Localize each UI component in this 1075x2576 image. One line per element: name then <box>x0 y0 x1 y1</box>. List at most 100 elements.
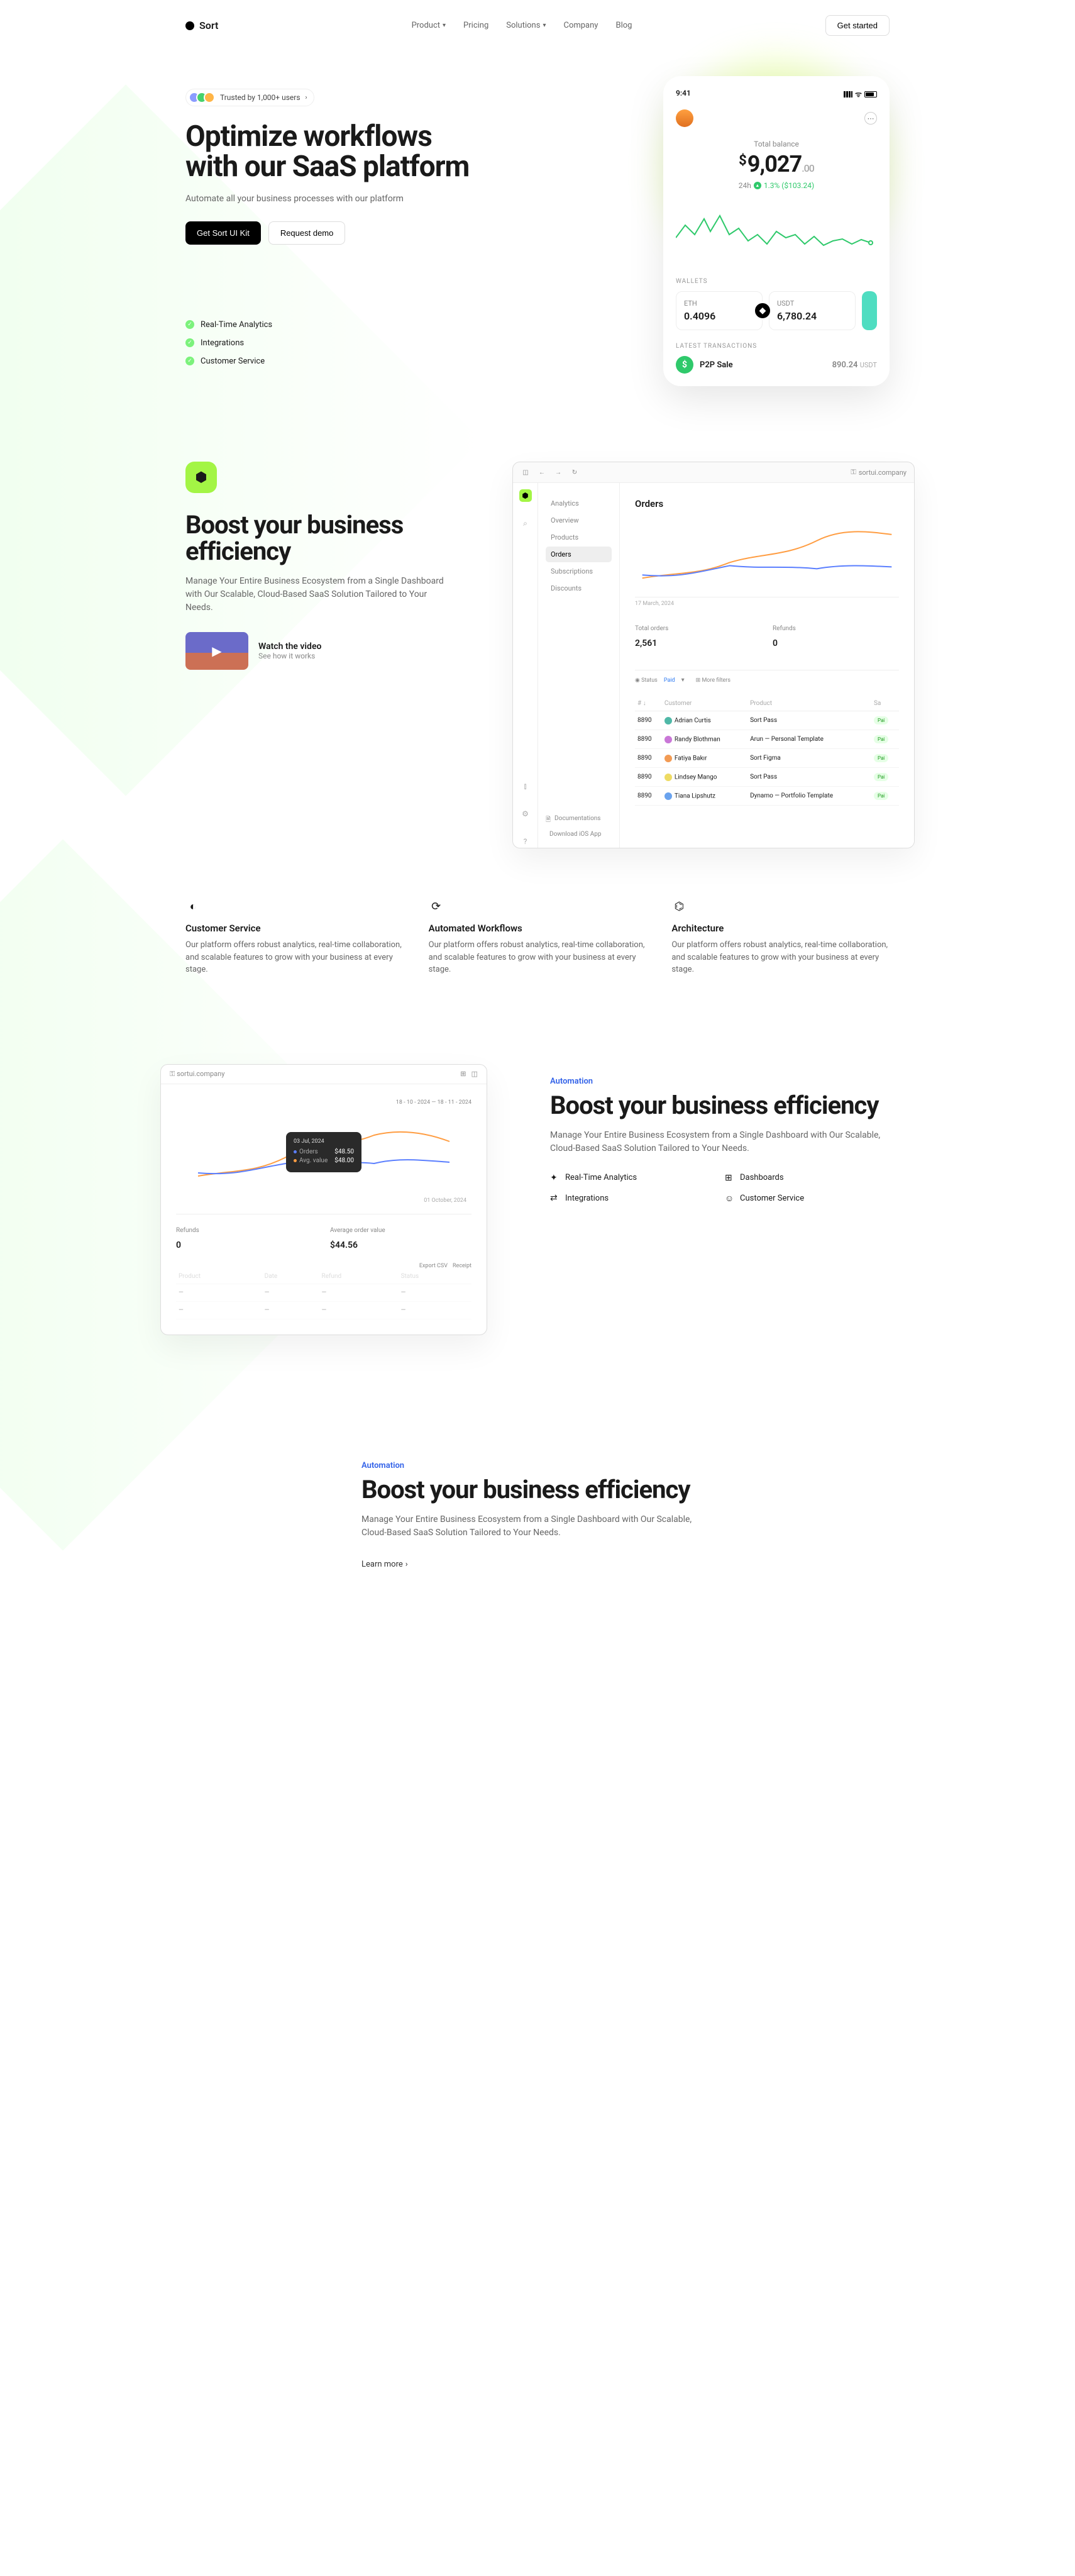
up-arrow-icon: ▲ <box>754 182 761 189</box>
sidebar-item-active[interactable]: Orders <box>546 547 612 562</box>
url-bar[interactable]: ⚿ sortui.company <box>170 1070 224 1079</box>
automation-eyebrow: Automation <box>550 1077 890 1086</box>
get-started-button[interactable]: Get started <box>825 15 890 36</box>
navbar: Sort Product▾ Pricing Solutions▾ Company… <box>160 0 915 51</box>
total-balance-value: $9,027.00 <box>676 151 877 177</box>
grid-icon[interactable]: ⊞ <box>460 1070 466 1078</box>
app-icon[interactable]: ⬢ <box>519 489 532 502</box>
sidebar-footer: 🗎Documentations Download iOS App <box>546 813 601 840</box>
logo[interactable]: Sort <box>185 19 218 31</box>
watch-video[interactable]: ▶ Watch the video See how it works <box>185 632 449 670</box>
brand-name: Sort <box>199 19 218 31</box>
wallet-card[interactable]: USDT 6,780.24 <box>769 291 856 330</box>
architecture-icon: ⌬ <box>671 899 686 914</box>
sparkle-icon: ✦ <box>550 1173 560 1183</box>
hero-feature-list: ✓Real-Time Analytics ✓Integrations ✓Cust… <box>185 320 626 366</box>
balance-change: 24h ▲ 1.3% ($103.24) <box>676 181 877 190</box>
help-icon[interactable]: ? <box>519 835 532 848</box>
feature-trio: ◐ Customer Service Our platform offers r… <box>160 899 915 976</box>
trusted-pill[interactable]: Trusted by 1,000+ users › <box>185 89 314 106</box>
automation-para: Manage Your Entire Business Ecosystem fr… <box>550 1129 890 1155</box>
date-range[interactable]: 18 - 10 - 2024 — 18 - 11 - 2024 <box>176 1099 471 1106</box>
tile-total-orders: Total orders 2,561 <box>635 616 761 657</box>
doc-icon: 🗎 <box>546 815 551 826</box>
more-icon[interactable]: ⋯ <box>864 112 877 125</box>
nav-company[interactable]: Company <box>563 21 598 30</box>
nav-product[interactable]: Product▾ <box>412 21 446 30</box>
total-balance-label: Total balance <box>676 140 877 148</box>
automation-features: ✦Real-Time Analytics ⊞Dashboards ⇄Integr… <box>550 1173 890 1204</box>
download-link[interactable]: Download iOS App <box>546 828 601 840</box>
browser-mock: ◫ ← → ↻ ⚿sortui.company ⬢ ⌕ ⫾ ⚙ ? Analyt… <box>512 462 915 848</box>
table-row[interactable]: 8890Fatiya BakırSort FigmaPai <box>635 749 899 768</box>
feature: ⇄Integrations <box>550 1193 715 1204</box>
sidebar-item[interactable]: Overview <box>546 513 612 528</box>
avatar[interactable] <box>676 109 693 127</box>
phone-time: 9:41 <box>676 89 691 99</box>
check-icon: ✓ <box>185 357 194 365</box>
trio-architecture: ⌬ Architecture Our platform offers robus… <box>671 899 890 976</box>
nav-links: Product▾ Pricing Solutions▾ Company Blog <box>412 21 632 30</box>
panel-icon[interactable]: ◫ <box>471 1070 478 1078</box>
orders-table: # ↓ Customer Product Sa 8890Adrian Curti… <box>635 696 899 806</box>
chart-tooltip: 03 Jul, 2024 Orders$48.50 Avg. value$48.… <box>286 1132 361 1172</box>
forward-icon[interactable]: → <box>553 467 563 477</box>
chart-icon[interactable]: ⫾ <box>519 780 532 792</box>
nav-blog[interactable]: Blog <box>615 21 632 30</box>
docs-link[interactable]: 🗎Documentations <box>546 813 601 828</box>
trio-automated-workflows: ⟳ Automated Workflows Our platform offer… <box>429 899 647 976</box>
chevron-right-icon: › <box>306 94 307 101</box>
sidebar-item[interactable]: Discounts <box>546 580 612 596</box>
table-row[interactable]: 8890Randy BlothmanArun — Personal Templa… <box>635 730 899 749</box>
hex-icon: ⬢ <box>185 462 217 493</box>
trio-customer-service: ◐ Customer Service Our platform offers r… <box>185 899 404 976</box>
nav-pricing[interactable]: Pricing <box>463 21 488 30</box>
request-demo-button[interactable]: Request demo <box>268 221 346 245</box>
automation2-eyebrow: Automation <box>361 1461 714 1470</box>
sidebar-item[interactable]: Products <box>546 530 612 545</box>
cycle-icon: ⟳ <box>429 899 444 914</box>
automation2-para: Manage Your Entire Business Ecosystem fr… <box>361 1513 714 1540</box>
receipt[interactable]: Receipt <box>453 1263 471 1269</box>
feature: ✦Real-Time Analytics <box>550 1173 715 1183</box>
ethereum-icon: ◆ <box>753 301 772 320</box>
tile-refunds: Refunds 0 <box>773 616 899 657</box>
tile-refunds: Refunds 0 <box>176 1227 317 1250</box>
wallet-card-peek[interactable] <box>862 291 877 330</box>
pill-text: Trusted by 1,000+ users <box>220 93 300 102</box>
get-ui-kit-button[interactable]: Get Sort UI Kit <box>185 221 261 245</box>
refresh-icon[interactable]: ↻ <box>570 467 580 477</box>
table-row[interactable]: 8890Tiana LipshutzDynamo — Portfolio Tem… <box>635 787 899 806</box>
status-icons: ᯤ <box>844 89 877 99</box>
orders-title: Orders <box>635 498 899 509</box>
export-csv[interactable]: Export CSV <box>419 1263 448 1269</box>
automation-heading: Boost your business efficiency <box>550 1092 890 1119</box>
table-row[interactable]: 8890Lindsey MangoSort PassPai <box>635 768 899 787</box>
integrations-icon: ⇄ <box>550 1193 560 1203</box>
browser-rail: ⬢ ⌕ ⫾ ⚙ ? <box>513 483 538 848</box>
gear-icon[interactable]: ⚙ <box>519 808 532 820</box>
transaction-row[interactable]: $ P2P Sale 890.24 USDT <box>676 356 877 374</box>
signal-icon <box>844 91 852 97</box>
sidebar-toggle-icon[interactable]: ◫ <box>521 467 531 477</box>
url-bar[interactable]: ⚿sortui.company <box>851 468 907 477</box>
chevron-right-icon: › <box>405 1560 408 1569</box>
chevron-down-icon: ▾ <box>543 22 546 29</box>
sidebar-item[interactable]: Analytics <box>546 496 612 511</box>
feature-item: ✓Real-Time Analytics <box>185 320 626 330</box>
table-filter[interactable]: ◉ Status Paid▾ ⊞ More filters <box>635 670 899 684</box>
hero-subheading: Automate all your business processes wit… <box>185 194 626 204</box>
back-icon[interactable]: ← <box>537 467 547 477</box>
boost-heading: Boost your business efficiency <box>185 512 449 565</box>
feature-item: ✓Customer Service <box>185 357 626 366</box>
avatar-stack <box>189 92 215 103</box>
nav-solutions[interactable]: Solutions▾ <box>506 21 546 30</box>
dashboard-icon: ⊞ <box>725 1173 735 1183</box>
sidebar-item[interactable]: Subscriptions <box>546 564 612 579</box>
logo-icon <box>185 21 194 30</box>
learn-more-link[interactable]: Learn more › <box>361 1560 408 1569</box>
check-icon: ✓ <box>185 338 194 347</box>
table-row[interactable]: 8890Adrian CurtisSort PassPai <box>635 711 899 730</box>
wallet-card[interactable]: ETH 0.4096 ◆ <box>676 291 763 330</box>
search-icon[interactable]: ⌕ <box>519 517 532 530</box>
